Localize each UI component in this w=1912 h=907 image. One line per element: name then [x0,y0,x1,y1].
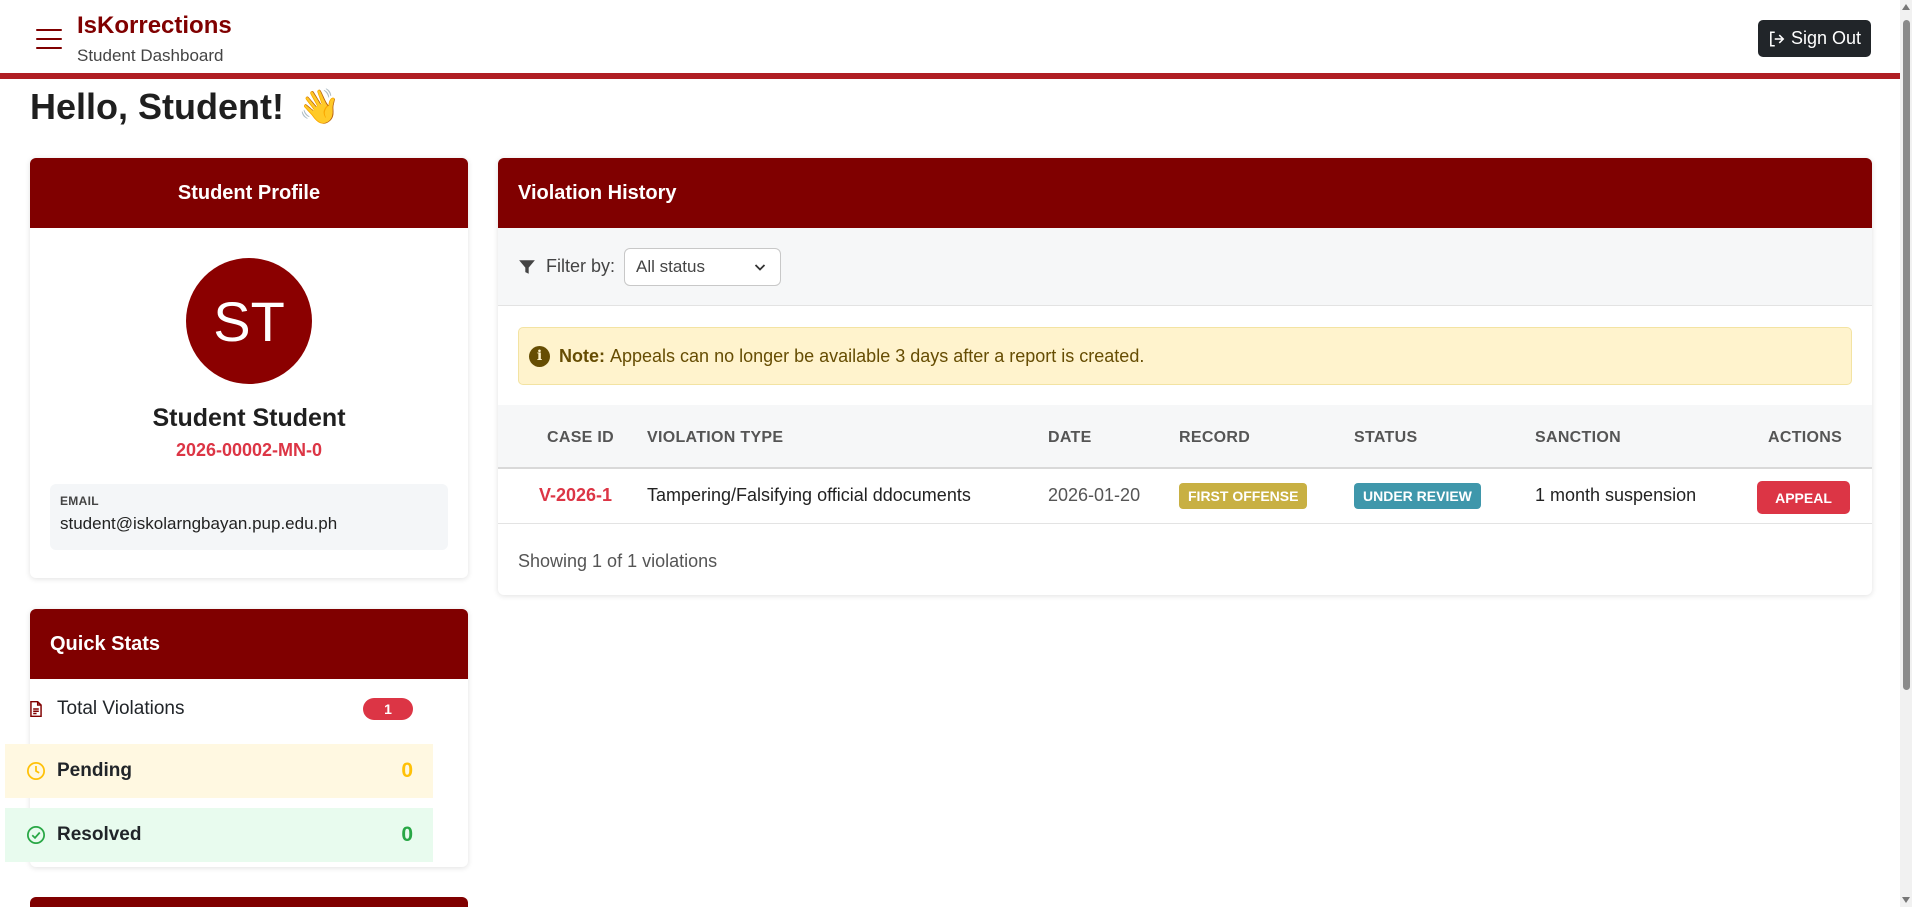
app-title: IsKorrections [77,12,232,39]
violation-history-title: Violation History [498,158,1872,228]
table-header: CASE ID VIOLATION TYPE DATE RECORD STATU… [498,405,1872,469]
note-text: Appeals can no longer be available 3 day… [610,345,1145,366]
resolved-count: 0 [401,823,413,846]
student-profile-card: Student Profile ST Student Student 2026-… [30,158,468,578]
resolved-label: Resolved [57,824,142,845]
col-status: STATUS [1354,429,1418,446]
app-subtitle: Student Dashboard [77,46,224,65]
date-cell: 2026-01-20 [1048,485,1141,505]
appeal-note-alert: i Note: Appeals can no longer be availab… [518,327,1852,385]
email-label: EMAIL [60,494,99,508]
sanction-cell: 1 month suspension [1535,485,1697,505]
scrollbar-thumb[interactable] [1903,20,1910,690]
profile-card-title: Student Profile [30,158,468,228]
filter-bar: Filter by: All status [498,228,1872,306]
stat-resolved: Resolved 0 [5,808,433,862]
appeal-button[interactable]: APPEAL [1757,481,1850,514]
email-box: EMAIL student@iskolarngbayan.pup.edu.ph [50,484,448,550]
pending-count: 0 [401,759,413,782]
status-badge: UNDER REVIEW [1354,483,1481,509]
chevron-down-icon [754,263,766,271]
total-violations-count: 1 [363,698,413,720]
showing-count: Showing 1 of 1 violations [518,551,718,571]
col-record: RECORD [1179,429,1251,446]
sign-out-label: Sign Out [1790,28,1862,48]
greeting-text: Hello, Student! [30,86,284,127]
info-icon: i [529,345,550,367]
document-icon [25,698,47,720]
table-row: V-2026-1 Tampering/Falsifying official d… [498,469,1872,524]
case-id-link[interactable]: V-2026-1 [539,485,612,506]
check-circle-icon [25,824,47,846]
hamburger-menu-icon[interactable] [36,29,62,49]
stat-pending: Pending 0 [5,744,433,798]
email-value: student@iskolarngbayan.pup.edu.ph [60,514,338,533]
student-name: Student Student [152,404,346,432]
filter-icon [519,259,535,274]
col-actions: ACTIONS [1768,429,1843,446]
student-id: 2026-00002-MN-0 [175,440,323,460]
violation-history-card: Violation History Filter by: All status … [498,158,1872,595]
scroll-down-icon[interactable] [1902,897,1910,903]
col-violation-type: VIOLATION TYPE [647,429,784,446]
sign-out-button[interactable]: Sign Out [1758,20,1871,57]
record-badge: FIRST OFFENSE [1179,483,1308,509]
sign-out-icon [1769,30,1785,47]
status-filter-select[interactable]: All status [624,247,782,286]
page-scrollbar[interactable] [1900,0,1912,907]
waving-hand-icon: 👋 [298,88,341,126]
quick-stats-title: Quick Stats [30,609,468,679]
filter-label: Filter by: [546,256,616,276]
col-date: DATE [1048,429,1092,446]
col-sanction: SANCTION [1535,429,1621,446]
col-case-id: CASE ID [547,429,614,446]
pending-label: Pending [57,760,132,781]
top-navbar: IsKorrections Student Dashboard Sign Out [0,0,1900,79]
note-label: Note: [559,345,605,366]
total-violations-label: Total Violations [57,698,185,719]
clock-icon [25,760,47,782]
status-filter-value: All status [636,256,705,276]
violation-type-cell: Tampering/Falsifying official ddocuments [647,485,971,505]
stat-total-violations: Total Violations 1 [5,682,433,736]
page-greeting: Hello, Student! 👋 [30,86,340,128]
scroll-up-icon[interactable] [1902,4,1910,10]
next-card-header [30,897,468,907]
avatar: ST [186,258,312,384]
